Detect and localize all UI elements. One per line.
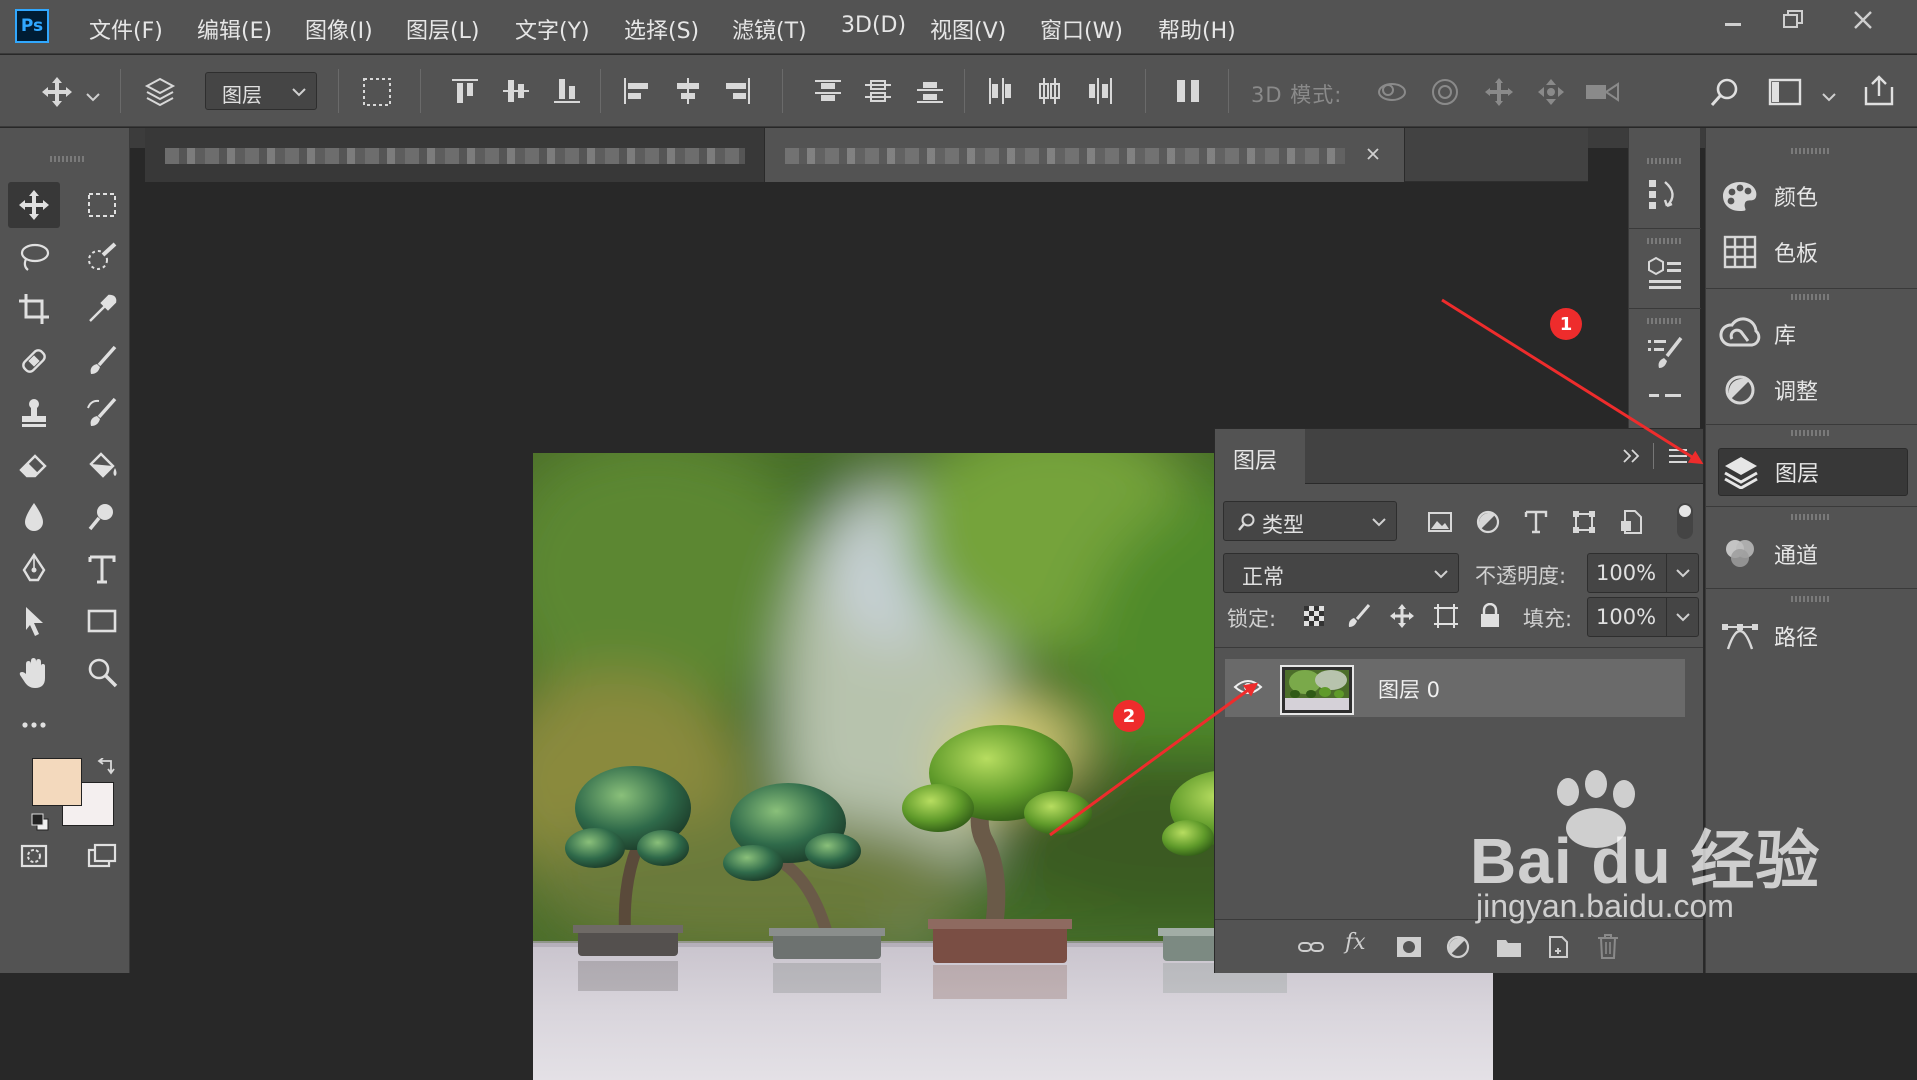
baidu-watermark: Bai du 经验 jingyan.baidu.com (1470, 770, 1890, 940)
watermark-url: jingyan.baidu.com (1476, 888, 1734, 924)
annotation-badge-2: 2 (1113, 700, 1145, 732)
annotation-badge-1: 1 (1550, 308, 1582, 340)
annotation-arrow-2 (1049, 682, 1259, 837)
